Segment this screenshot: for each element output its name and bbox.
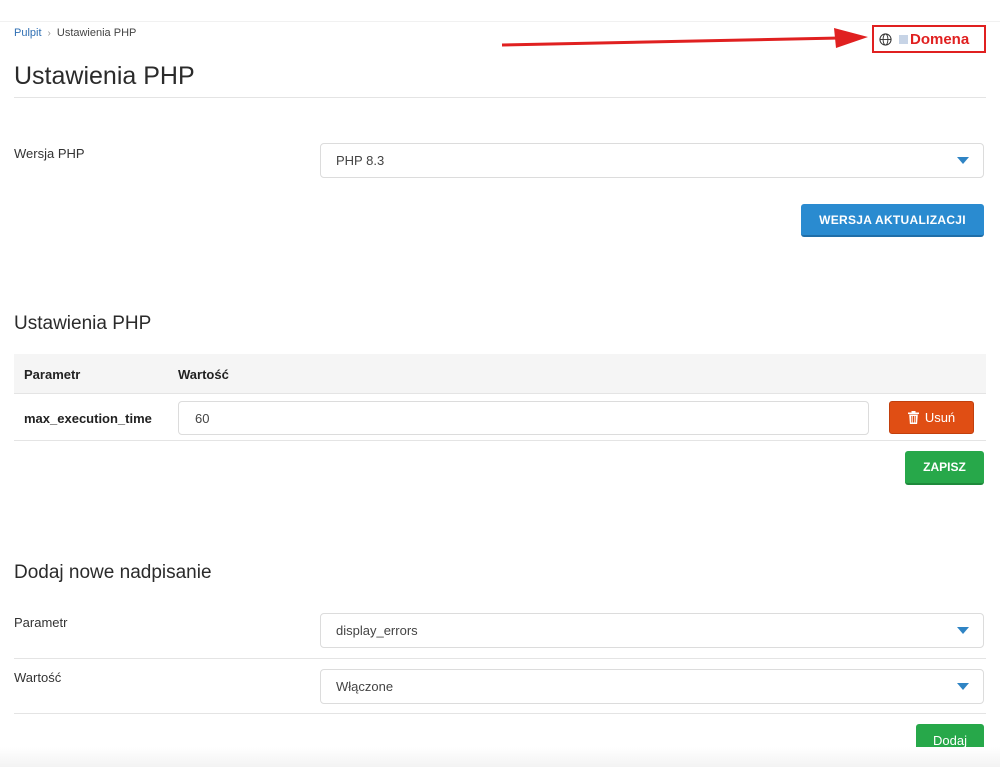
delete-setting-button[interactable]: Usuń: [889, 401, 974, 434]
add-override-title: Dodaj nowe nadpisanie: [14, 562, 212, 583]
override-param-value: display_errors: [336, 623, 418, 638]
chevron-down-icon: [957, 627, 969, 634]
override-value-label: Wartość: [14, 670, 62, 685]
override-param-select[interactable]: display_errors: [320, 613, 984, 648]
row-divider: [14, 440, 986, 441]
annotation-arrow: [501, 28, 868, 48]
breadcrumb-current: Ustawienia PHP: [56, 27, 137, 39]
domain-favicon: [899, 34, 908, 44]
domain-selector[interactable]: Domena: [872, 25, 986, 53]
trash-icon: [907, 411, 919, 424]
chevron-down-icon: [957, 683, 969, 690]
annotation-arrow-shaft: [501, 36, 841, 47]
update-version-button[interactable]: WERSJA AKTUALIZACJI: [801, 204, 984, 237]
column-header-wartosc: Wartość: [178, 367, 229, 382]
settings-table-header: [14, 354, 986, 394]
breadcrumb: Pulpit › Ustawienia PHP: [14, 27, 136, 39]
column-header-parametr: Parametr: [24, 367, 81, 382]
breadcrumb-home-link[interactable]: Pulpit: [14, 27, 42, 39]
setting-value: 60: [195, 410, 210, 426]
bottom-fade: [0, 747, 1000, 767]
override-value-value: Włączone: [336, 679, 394, 694]
php-version-label: Wersja PHP: [14, 146, 85, 161]
chevron-down-icon: [957, 157, 969, 164]
page-title: Ustawienia PHP: [14, 62, 195, 90]
php-version-select[interactable]: PHP 8.3: [320, 143, 984, 178]
settings-section-title: Ustawienia PHP: [14, 313, 152, 334]
breadcrumb-chevron-icon: ›: [47, 27, 51, 39]
save-button[interactable]: ZAPISZ: [905, 451, 984, 485]
title-divider: [14, 97, 986, 98]
top-bar: [0, 0, 1000, 22]
form-divider: [14, 713, 986, 714]
setting-value-input[interactable]: 60: [178, 401, 869, 435]
override-param-label: Parametr: [14, 615, 68, 630]
form-divider: [14, 658, 986, 659]
domain-label: Domena: [910, 30, 970, 48]
setting-name: max_execution_time: [24, 411, 152, 426]
globe-icon: [879, 32, 892, 46]
delete-setting-label: Usuń: [924, 410, 956, 425]
php-version-value: PHP 8.3: [336, 153, 385, 168]
override-value-select[interactable]: Włączone: [320, 669, 984, 704]
annotation-arrow-head: [834, 28, 868, 48]
